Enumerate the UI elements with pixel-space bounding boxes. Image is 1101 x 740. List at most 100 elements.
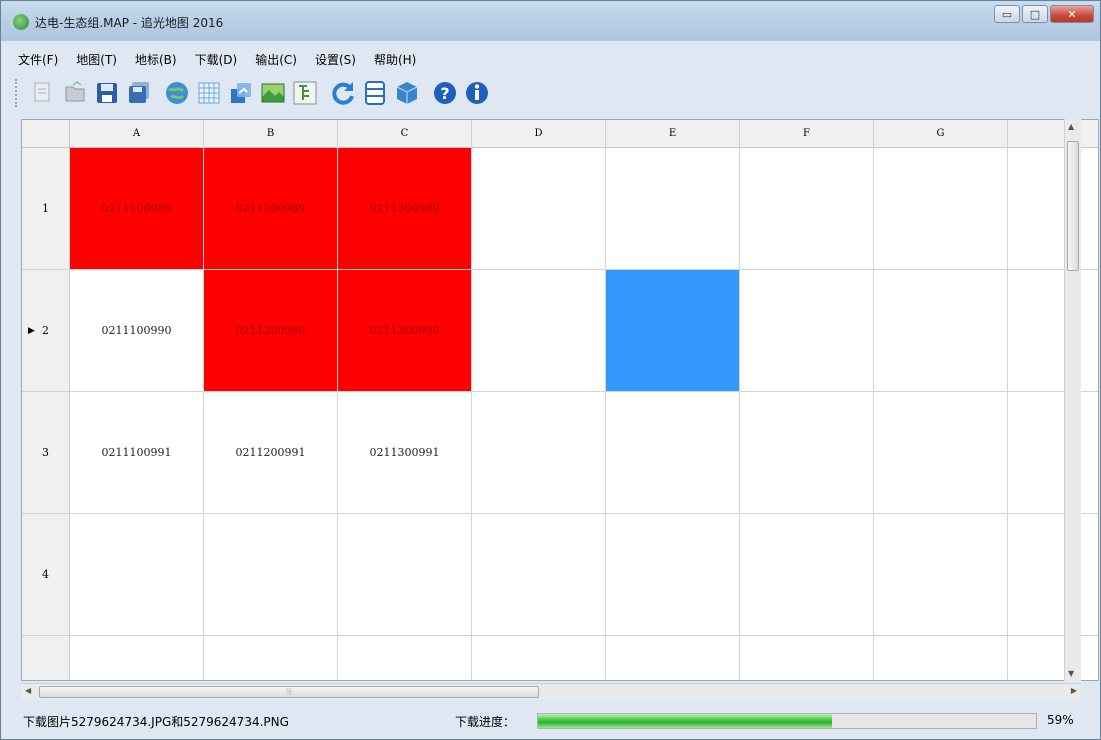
grid-cell[interactable]: [740, 148, 874, 270]
grid-cell[interactable]: [740, 270, 874, 392]
column-header-b[interactable]: B: [204, 120, 338, 148]
scroll-up-arrow-icon[interactable]: ▲: [1068, 122, 1074, 131]
progress-percent: 59%: [1047, 713, 1074, 727]
column-header-g[interactable]: G: [874, 120, 1008, 148]
scroll-right-arrow-icon[interactable]: ▶: [1071, 686, 1077, 695]
maximize-button[interactable]: □: [1022, 5, 1048, 23]
status-bar: 下载图片5279624734.JPG和5279624734.PNG 下载进度： …: [21, 705, 1097, 735]
info-icon[interactable]: [463, 79, 491, 107]
grid-cell[interactable]: [338, 636, 472, 680]
scroll-down-arrow-icon[interactable]: ▼: [1068, 669, 1074, 678]
menu-file[interactable]: 文件(F): [9, 49, 67, 69]
menu-bar: 文件(F) 地图(T) 地标(B) 下载(D) 输出(C) 设置(S) 帮助(H…: [9, 49, 425, 69]
grid-cell[interactable]: 0211100991: [70, 392, 204, 514]
grid-cell[interactable]: [338, 514, 472, 636]
grid-cell[interactable]: [1008, 392, 1098, 514]
grid-cell[interactable]: 0211200989: [204, 148, 338, 270]
column-header-h[interactable]: H: [1008, 120, 1098, 148]
grid-cell[interactable]: [472, 270, 606, 392]
row-header[interactable]: [22, 636, 70, 680]
grid-corner[interactable]: [22, 120, 70, 148]
database-icon[interactable]: [361, 79, 389, 107]
menu-download[interactable]: 下载(D): [186, 49, 247, 69]
grid-cell[interactable]: [1008, 148, 1098, 270]
grid-cell[interactable]: [70, 514, 204, 636]
toolbar-grip[interactable]: [15, 79, 21, 107]
title-bar[interactable]: 达电-生态组.MAP - 追光地图 2016 ▭ □ ✕: [1, 1, 1100, 41]
grid-cell[interactable]: [606, 270, 740, 392]
grid-cell[interactable]: [472, 148, 606, 270]
grid-cell[interactable]: [740, 636, 874, 680]
grid-cell[interactable]: [472, 514, 606, 636]
stack-icon[interactable]: [393, 79, 421, 107]
status-message: 下载图片5279624734.JPG和5279624734.PNG: [23, 715, 289, 729]
grid-cell[interactable]: 0211300989: [338, 148, 472, 270]
grid-cell[interactable]: [874, 514, 1008, 636]
menu-landmark[interactable]: 地标(B): [126, 49, 186, 69]
help-icon[interactable]: ?: [431, 79, 459, 107]
grid-cell[interactable]: [874, 270, 1008, 392]
row-header[interactable]: 1: [22, 148, 70, 270]
close-button[interactable]: ✕: [1050, 5, 1094, 23]
horizontal-scrollbar[interactable]: ◀ ⦙⦙⦙ ▶: [21, 683, 1081, 700]
grid-cell[interactable]: [472, 636, 606, 680]
grid-cell[interactable]: 0211200991: [204, 392, 338, 514]
minimize-button[interactable]: ▭: [994, 5, 1020, 23]
grid-icon[interactable]: [195, 79, 223, 107]
menu-help[interactable]: 帮助(H): [365, 49, 425, 69]
row-number: 2: [42, 324, 49, 337]
save-all-icon[interactable]: [125, 79, 153, 107]
grid-cell[interactable]: [70, 636, 204, 680]
grid-cell[interactable]: [606, 392, 740, 514]
grid-cell[interactable]: 0211300991: [338, 392, 472, 514]
row-number: 4: [42, 568, 49, 581]
horizontal-scroll-thumb[interactable]: ⦙⦙⦙: [39, 686, 539, 698]
layers-icon[interactable]: [227, 79, 255, 107]
grid-cell[interactable]: [874, 392, 1008, 514]
grid-cell[interactable]: [204, 636, 338, 680]
grid-cell[interactable]: [740, 392, 874, 514]
grid-cell[interactable]: [1008, 636, 1098, 680]
grid-cell[interactable]: [606, 148, 740, 270]
column-header-f[interactable]: F: [740, 120, 874, 148]
column-header-e[interactable]: E: [606, 120, 740, 148]
row-header[interactable]: 3: [22, 392, 70, 514]
new-doc-icon[interactable]: [29, 79, 57, 107]
window-controls: ▭ □ ✕: [994, 5, 1094, 23]
vertical-scroll-thumb[interactable]: [1067, 141, 1079, 271]
svg-text:?: ?: [440, 84, 449, 103]
grid-cell[interactable]: [606, 514, 740, 636]
grid-cell[interactable]: [740, 514, 874, 636]
menu-output[interactable]: 输出(C): [246, 49, 306, 69]
grid-cell[interactable]: 0211100990: [70, 270, 204, 392]
menu-map[interactable]: 地图(T): [67, 49, 126, 69]
column-header-c[interactable]: C: [338, 120, 472, 148]
image-map-icon[interactable]: [259, 79, 287, 107]
row-header[interactable]: 4: [22, 514, 70, 636]
open-file-icon[interactable]: [61, 79, 89, 107]
grid-cell[interactable]: [472, 392, 606, 514]
vertical-scrollbar[interactable]: ▲ ▼: [1064, 119, 1081, 681]
scroll-left-arrow-icon[interactable]: ◀: [25, 686, 31, 695]
grid-cell[interactable]: [874, 636, 1008, 680]
save-icon[interactable]: [93, 79, 121, 107]
grid-cell[interactable]: [874, 148, 1008, 270]
grid-cell[interactable]: [606, 636, 740, 680]
row-number: 1: [42, 202, 49, 215]
row-header[interactable]: 2 ▶: [22, 270, 70, 392]
column-header-a[interactable]: A: [70, 120, 204, 148]
grid-cell[interactable]: [204, 514, 338, 636]
tree-icon[interactable]: [291, 79, 319, 107]
grid-cell[interactable]: 0211300990: [338, 270, 472, 392]
menu-settings[interactable]: 设置(S): [306, 49, 365, 69]
grid-cell[interactable]: 0211100989: [70, 148, 204, 270]
column-header-d[interactable]: D: [472, 120, 606, 148]
grid-cell[interactable]: [1008, 270, 1098, 392]
grid-cell[interactable]: 0211200990: [204, 270, 338, 392]
refresh-icon[interactable]: [329, 79, 357, 107]
grid-cell[interactable]: [1008, 514, 1098, 636]
row-number: 3: [42, 446, 49, 459]
progress-label: 下载进度：: [455, 715, 516, 729]
progress-fill: [538, 714, 832, 728]
globe-icon[interactable]: [163, 79, 191, 107]
